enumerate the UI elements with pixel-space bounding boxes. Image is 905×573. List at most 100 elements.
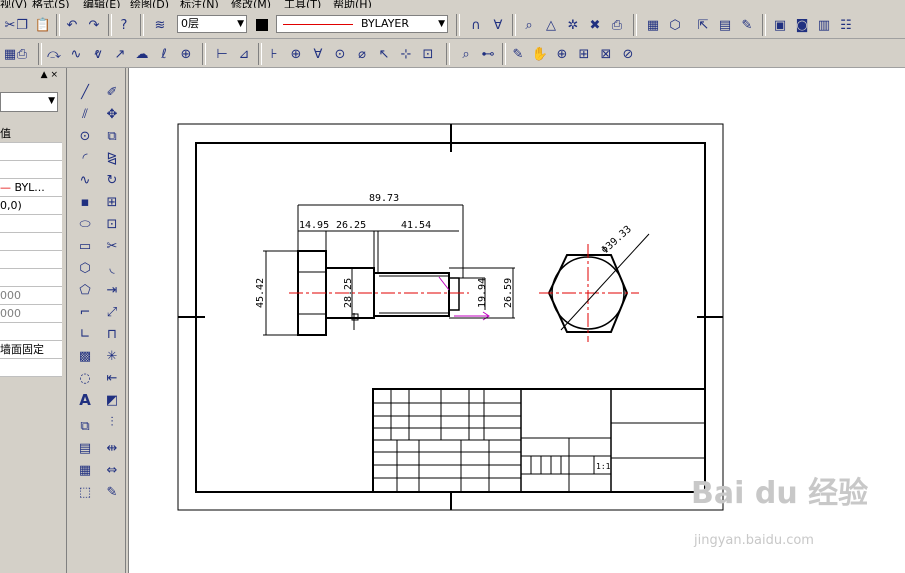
polygon-icon[interactable]: ⬡ [75,258,95,278]
menu-item-view[interactable]: 视(V) [0,0,27,8]
brush-icon[interactable]: ✎ [102,482,122,502]
rect-icon[interactable]: ▭ [75,236,95,256]
symbol-icon[interactable]: ⬚ [75,482,95,502]
cloud-tool-icon[interactable]: ☁ [132,44,152,64]
ortho-icon[interactable]: ∀ [488,15,508,35]
diameter-dim-icon[interactable]: ⌀ [352,44,372,64]
menu-item-help[interactable]: 帮助(H) [333,0,372,8]
erase-icon[interactable]: ✐ [102,82,122,102]
table-icon[interactable]: ▤ [715,15,735,35]
menu-item-draw[interactable]: 绘图(D) [130,0,169,8]
color-swatch[interactable] [256,19,268,31]
block-insert-icon[interactable]: ⧉ [75,416,95,436]
line-icon[interactable]: ╱ [75,82,95,102]
menu-item-dimension[interactable]: 标注(N) [180,0,219,8]
camera-icon[interactable]: ◙ [792,15,812,35]
layer-select[interactable]: 0层 ▼ [177,15,247,33]
zoom-realtime-icon[interactable]: ⌕ [456,44,476,64]
print-icon[interactable]: ⎙ [607,15,627,35]
menu-item-tools[interactable]: 工具(T) [284,0,321,8]
property-row[interactable]: — BYL... [0,179,62,197]
snap-icon[interactable]: ∩ [466,15,486,35]
property-row[interactable] [0,233,62,251]
arc-icon[interactable]: ◜ [75,148,95,168]
pen-icon[interactable]: ✎ [508,44,528,64]
leader-dim-icon[interactable]: ↖ [374,44,394,64]
chamfer-icon[interactable]: ◩ [102,390,122,410]
polyline-icon[interactable]: ⌐ [75,302,95,322]
zoom-in-icon[interactable]: ⊕ [552,44,572,64]
linetype-select[interactable]: BYLAYER ▼ [276,15,448,33]
array-icon[interactable]: ⊞ [102,192,122,212]
radius-dim-icon[interactable]: ⊙ [330,44,350,64]
join-icon[interactable]: ⇤ [102,368,122,388]
property-row[interactable] [0,359,62,377]
dim-move-icon[interactable]: ⇹ [102,438,122,458]
continue-dim-icon[interactable]: ⊕ [286,44,306,64]
cube-icon[interactable]: ⬡ [665,15,685,35]
text-icon[interactable]: A [75,390,95,410]
rotate-icon[interactable]: ↻ [102,170,122,190]
fillet-icon[interactable]: ◟ [102,258,122,278]
trim-icon[interactable]: ✂ [102,236,122,256]
property-row[interactable] [0,269,62,287]
pan-icon[interactable]: ✋ [530,44,550,64]
measure-icon[interactable]: △ [541,15,561,35]
block-icon[interactable]: ▦ [643,15,663,35]
circle-icon[interactable]: ⊙ [75,126,95,146]
extend-icon[interactable]: ⇥ [102,280,122,300]
copy-object-icon[interactable]: ⧉ [102,126,122,146]
linear-dim-icon[interactable]: ⊢ [212,44,232,64]
mirror-icon[interactable]: ⧎ [102,148,122,168]
dim-stretch-icon[interactable]: ⇔ [102,460,122,480]
property-row[interactable] [0,143,62,161]
property-row[interactable]: 墙面固定 [0,341,62,359]
menu-item-modify[interactable]: 修改(M) [231,0,271,8]
break-icon[interactable]: ⤢ [102,302,122,322]
settings-icon[interactable]: ✲ [563,15,583,35]
baseline-dim-icon[interactable]: ⊦ [264,44,284,64]
property-row[interactable] [0,323,62,341]
edit-table-icon[interactable]: ✎ [737,15,757,35]
angular-dim-icon[interactable]: ∀ [308,44,328,64]
curve-tool-icon[interactable]: ⱴ [88,44,108,64]
library-icon[interactable]: ▥ [814,15,834,35]
undo-icon[interactable]: ↶ [62,15,82,35]
hatch-icon[interactable]: ▩ [75,346,95,366]
help-icon[interactable]: ? [114,15,134,35]
rectangle-icon[interactable]: ▪ [75,192,95,212]
copy-icon[interactable]: ❐ [12,15,32,35]
center-tool-icon[interactable]: ⊕ [176,44,196,64]
stretch-icon[interactable]: ⊓ [102,324,122,344]
property-row[interactable] [0,161,62,179]
property-row[interactable] [0,215,62,233]
menu-item-edit[interactable]: 编辑(E) [83,0,121,8]
drawing-canvas[interactable]: 89.73 14.95 26.25 41.54 45.42 28.25 19.9… [128,68,905,573]
property-row[interactable]: 000 [0,305,62,323]
insert-icon[interactable]: ⇱ [693,15,713,35]
property-row[interactable]: 0,0) [0,197,62,215]
zoom-all-icon[interactable]: ⊠ [596,44,616,64]
spring-tool-icon[interactable]: ℓ [154,44,174,64]
zoom-previous-icon[interactable]: ⊘ [618,44,638,64]
zoom-window-icon[interactable]: ⌕ [519,15,539,35]
print-preview-icon[interactable]: ⎙ [12,44,32,64]
zoom-extents-icon[interactable]: ⊞ [574,44,594,64]
wave-tool-icon[interactable]: ∿ [66,44,86,64]
scale-icon[interactable]: ⊡ [102,214,122,234]
object-type-select[interactable]: ▼ [0,92,58,112]
region-icon[interactable]: ◌ [75,368,95,388]
panel-controls[interactable]: ▲ × [0,70,62,84]
distance-icon[interactable]: ⊷ [478,44,498,64]
property-row[interactable] [0,251,62,269]
double-line-icon[interactable]: ⫽ [75,104,95,124]
redo-icon[interactable]: ↷ [84,15,104,35]
property-row[interactable]: 000 [0,287,62,305]
offset-icon[interactable]: ⫶ [102,412,122,432]
table-insert-icon[interactable]: ▤ [75,438,95,458]
angle-icon[interactable]: ∟ [75,324,95,344]
attribute-icon[interactable]: ▦ [75,460,95,480]
aligned-dim-icon[interactable]: ⊿ [234,44,254,64]
properties-icon[interactable]: ☷ [836,15,856,35]
arrow-tool-icon[interactable]: ↗ [110,44,130,64]
